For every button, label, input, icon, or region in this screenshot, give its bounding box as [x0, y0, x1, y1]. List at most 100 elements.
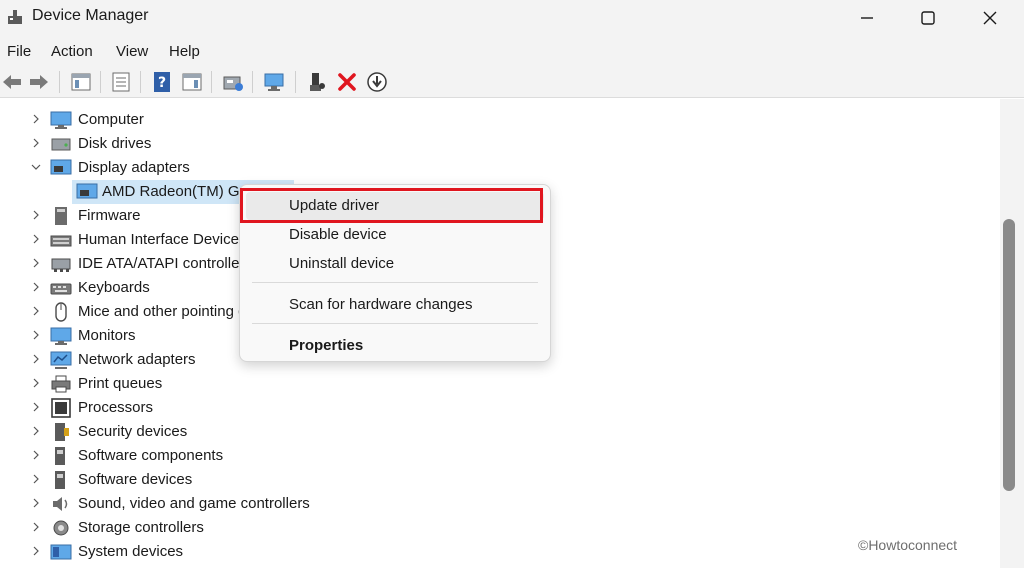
chevron-down-icon[interactable] [31, 161, 41, 173]
tree-node-print-queues[interactable]: Print queues [0, 372, 1000, 396]
chevron-right-icon[interactable] [31, 329, 41, 341]
context-menu-separator [252, 323, 538, 324]
tree-node-disk-drives[interactable]: Disk drives [0, 132, 1000, 156]
enable-device-icon[interactable] [306, 71, 328, 93]
toolbar-separator [140, 71, 141, 93]
tree-node-label: IDE ATA/ATAPI controllers [78, 255, 252, 272]
maximize-button[interactable] [905, 0, 951, 36]
tree-node-storage-controllers[interactable]: Storage controllers [0, 516, 1000, 540]
watermark: ©Howtoconnect [858, 537, 958, 553]
hid-icon [50, 235, 72, 247]
tree-node-label: Human Interface Devices [78, 231, 247, 248]
tree-node-label: Security devices [78, 423, 188, 440]
tree-node-software-components[interactable]: Software components [0, 444, 1000, 468]
chevron-right-icon[interactable] [31, 209, 41, 221]
tree-node-display-adapters[interactable]: Display adapters [0, 156, 1000, 180]
storage-controller-icon [53, 520, 69, 536]
chevron-right-icon[interactable] [31, 113, 41, 125]
uninstall-device-icon[interactable] [336, 71, 358, 93]
network-adapter-icon [50, 351, 72, 369]
disk-drive-icon [51, 138, 71, 151]
tree-node-system-devices[interactable]: System devices [0, 540, 1000, 564]
chevron-right-icon[interactable] [31, 257, 41, 269]
firmware-icon [55, 207, 67, 225]
processor-icon [51, 398, 71, 418]
chevron-right-icon[interactable] [31, 305, 41, 317]
system-device-icon [50, 544, 72, 560]
toolbar-separator [295, 71, 296, 93]
tree-node-security-devices[interactable]: Security devices [0, 420, 1000, 444]
chevron-right-icon[interactable] [31, 473, 41, 485]
menu-bar: File Action View Help [0, 36, 1024, 66]
chevron-right-icon[interactable] [31, 377, 41, 389]
printer-icon [51, 375, 71, 393]
update-driver-icon[interactable] [222, 71, 244, 93]
toolbar-separator [100, 71, 101, 93]
toolbar: ? [0, 66, 1024, 98]
tree-node-label: Processors [78, 399, 154, 416]
chevron-right-icon[interactable] [31, 281, 41, 293]
context-menu-disable-device[interactable]: Disable device [240, 221, 550, 249]
context-menu-item-label: Scan for hardware changes [289, 296, 473, 313]
tree-node-processors[interactable]: Processors [0, 396, 1000, 420]
disable-device-icon[interactable] [366, 71, 388, 93]
security-device-icon [55, 423, 69, 441]
tree-node-label: Sound, video and game controllers [78, 495, 310, 512]
tree-node-label: Disk drives [78, 135, 152, 152]
tree-node-label: Display adapters [78, 159, 190, 176]
toolbar-separator [252, 71, 253, 93]
chevron-right-icon[interactable] [31, 353, 41, 365]
context-menu-scan-hardware[interactable]: Scan for hardware changes [240, 291, 550, 319]
keyboard-icon [50, 283, 72, 295]
menu-file[interactable]: File [7, 43, 31, 60]
close-button[interactable] [967, 0, 1013, 36]
action-pane-icon[interactable] [181, 71, 203, 93]
context-menu-item-label: Uninstall device [289, 255, 395, 272]
scan-hardware-icon[interactable] [263, 71, 285, 93]
chevron-right-icon[interactable] [31, 233, 41, 245]
forward-arrow-icon[interactable] [28, 71, 50, 93]
toolbar-separator [59, 71, 60, 93]
highlight-annotation-box [240, 188, 543, 223]
tree-node-software-devices[interactable]: Software devices [0, 468, 1000, 492]
computer-icon [50, 111, 72, 129]
tree-node-sound-video-game[interactable]: Sound, video and game controllers [0, 492, 1000, 516]
maximize-icon [921, 11, 935, 25]
context-menu-item-label: Properties [289, 337, 364, 354]
scrollbar-thumb[interactable] [1003, 219, 1015, 491]
menu-action[interactable]: Action [51, 43, 93, 60]
sound-icon [53, 497, 68, 511]
display-adapter-icon [76, 183, 98, 199]
tree-node-label: Storage controllers [78, 519, 204, 536]
context-menu-uninstall-device[interactable]: Uninstall device [240, 250, 550, 278]
chevron-right-icon[interactable] [31, 425, 41, 437]
svg-text:?: ? [158, 75, 166, 91]
minimize-button[interactable] [844, 0, 890, 36]
tree-node-label: Keyboards [78, 279, 150, 296]
tree-node-label: System devices [78, 543, 184, 560]
show-hide-console-tree-icon[interactable] [70, 71, 92, 93]
tree-node-label: Network adapters [78, 351, 196, 368]
menu-help[interactable]: Help [169, 43, 200, 60]
ide-controller-icon [51, 258, 71, 272]
menu-view[interactable]: View [116, 43, 148, 60]
tree-node-label: Firmware [78, 207, 141, 224]
chevron-right-icon[interactable] [31, 545, 41, 557]
back-arrow-icon[interactable] [1, 71, 23, 93]
tree-node-computer[interactable]: Computer [0, 108, 1000, 132]
software-component-icon [55, 447, 65, 465]
chevron-right-icon[interactable] [31, 137, 41, 149]
context-menu-properties[interactable]: Properties [240, 332, 550, 360]
chevron-right-icon[interactable] [31, 521, 41, 533]
properties-icon[interactable] [110, 71, 132, 93]
minimize-icon [861, 17, 873, 19]
device-manager-app-icon [8, 10, 22, 24]
chevron-right-icon[interactable] [31, 449, 41, 461]
chevron-right-icon[interactable] [31, 497, 41, 509]
context-menu-separator [252, 282, 538, 283]
monitor-icon [50, 327, 72, 345]
chevron-right-icon[interactable] [31, 401, 41, 413]
display-adapter-icon [50, 159, 72, 175]
tree-node-label: Software components [78, 447, 224, 464]
help-icon[interactable]: ? [151, 71, 173, 93]
